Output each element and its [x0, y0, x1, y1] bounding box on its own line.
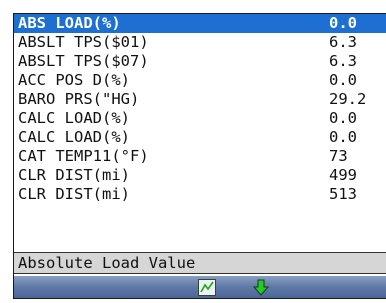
pid-row-clr-dist-1[interactable]: CLR DIST(mi) 499 [14, 166, 386, 185]
pid-row-acc-pos-d[interactable]: ACC POS D(%) 0.0 [14, 71, 386, 90]
pid-row-abs-load[interactable]: ABS LOAD(%) 0.0 [14, 14, 386, 33]
pid-label: ACC POS D(%) [18, 71, 130, 89]
pid-value: 513 [329, 185, 357, 203]
scan-tool-screen: ABS LOAD(%) 0.0 ABSLT TPS($01) 6.3 ABSLT… [13, 13, 386, 299]
graph-icon-glyph [200, 281, 214, 293]
pid-label: ABSLT TPS($07) [18, 52, 149, 70]
pid-value: 499 [329, 166, 357, 184]
pid-label: CALC LOAD(%) [18, 109, 130, 127]
pid-description-text: Absolute Load Value [18, 254, 196, 272]
pid-value: 0.0 [329, 71, 357, 89]
pid-label: CLR DIST(mi) [18, 185, 130, 203]
pid-value: 6.3 [329, 52, 357, 70]
pid-row-clr-dist-2[interactable]: CLR DIST(mi) 513 [14, 185, 386, 204]
pid-row-baro-prs[interactable]: BARO PRS("HG) 29.2 [14, 90, 386, 109]
pid-row-abslt-tps-01[interactable]: ABSLT TPS($01) 6.3 [14, 33, 386, 52]
pid-value: 6.3 [329, 33, 357, 51]
pid-label: ABS LOAD(%) [18, 14, 121, 32]
pid-value: 0.0 [329, 109, 357, 127]
pid-label: BARO PRS("HG) [18, 90, 140, 108]
pid-list: ABS LOAD(%) 0.0 ABSLT TPS($01) 6.3 ABSLT… [14, 14, 386, 204]
pid-value: 73 [329, 147, 348, 165]
pid-value: 29.2 [329, 90, 367, 108]
pid-value: 0.0 [329, 14, 357, 32]
pid-row-calc-load-1[interactable]: CALC LOAD(%) 0.0 [14, 109, 386, 128]
down-arrow-icon-glyph [252, 279, 270, 296]
pid-label: CALC LOAD(%) [18, 128, 130, 146]
pid-row-abslt-tps-07[interactable]: ABSLT TPS($07) 6.3 [14, 52, 386, 71]
pid-value: 0.0 [329, 128, 357, 146]
pid-label: CAT TEMP11(°F) [18, 147, 149, 165]
pid-label: CLR DIST(mi) [18, 166, 130, 184]
function-toolbar [14, 276, 386, 298]
pid-label: ABSLT TPS($01) [18, 33, 149, 51]
down-arrow-icon[interactable] [252, 279, 270, 296]
graph-icon[interactable] [198, 279, 216, 296]
pid-row-cat-temp11[interactable]: CAT TEMP11(°F) 73 [14, 147, 386, 166]
pid-description-bar: Absolute Load Value [14, 252, 386, 274]
pid-row-calc-load-2[interactable]: CALC LOAD(%) 0.0 [14, 128, 386, 147]
